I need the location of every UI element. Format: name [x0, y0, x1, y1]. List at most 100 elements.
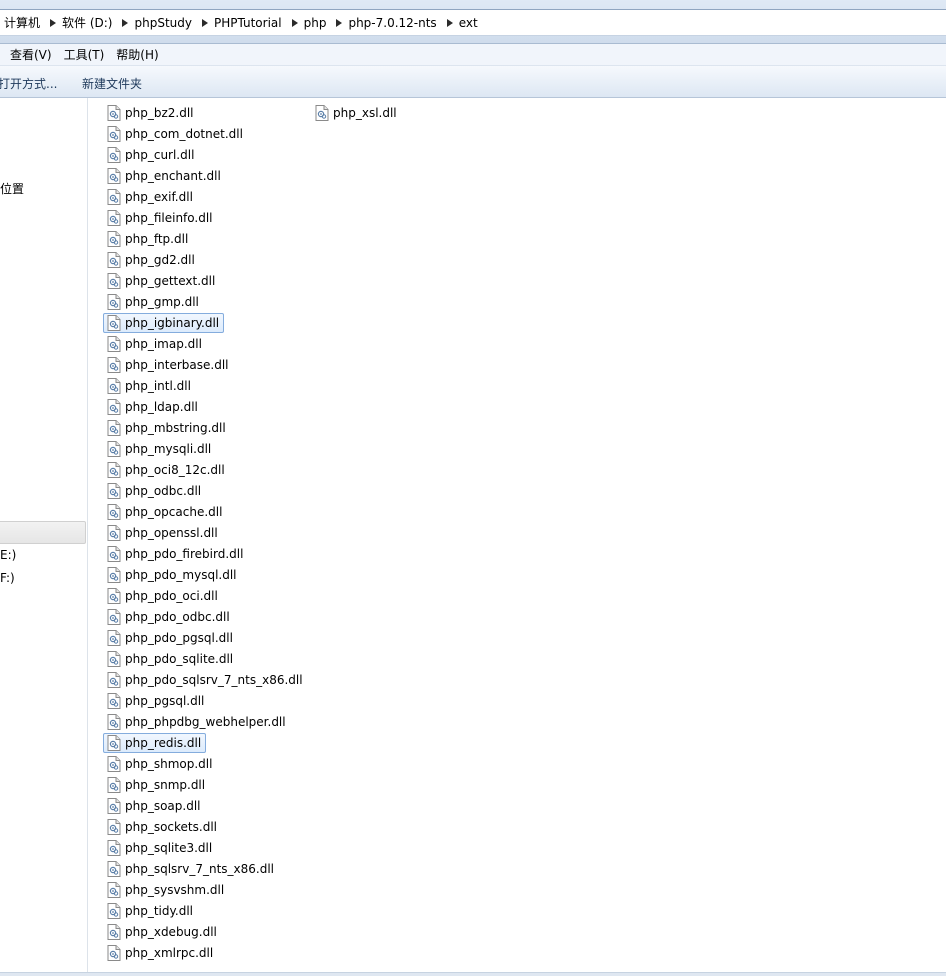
file-item[interactable]: php_pdo_firebird.dll [103, 544, 248, 564]
chevron-right-icon[interactable] [288, 10, 302, 35]
file-item[interactable]: php_xdebug.dll [103, 922, 222, 942]
dll-file-icon [107, 651, 121, 667]
file-item[interactable]: php_redis.dll [103, 733, 207, 753]
file-item[interactable]: php_enchant.dll [103, 166, 226, 186]
file-item[interactable]: php_soap.dll [103, 796, 206, 816]
dll-file-icon [107, 189, 121, 205]
file-item[interactable]: php_mysqli.dll [103, 439, 216, 459]
file-name: php_bz2.dll [125, 106, 194, 120]
file-name: php_redis.dll [125, 736, 202, 750]
file-item[interactable]: php_odbc.dll [103, 481, 206, 501]
dll-file-icon [107, 567, 121, 583]
nav-item-location[interactable]: 位置 [0, 180, 24, 197]
file-name: php_sqlite3.dll [125, 841, 213, 855]
file-name: php_odbc.dll [125, 484, 202, 498]
file-name: php_igbinary.dll [125, 316, 220, 330]
breadcrumb-item-computer[interactable]: 计算机 [2, 10, 60, 35]
breadcrumb-item-php[interactable]: php [302, 10, 347, 35]
file-item[interactable]: php_pdo_sqlite.dll [103, 649, 238, 669]
file-item[interactable]: php_openssl.dll [103, 523, 223, 543]
dll-file-icon [107, 483, 121, 499]
file-item[interactable]: php_com_dotnet.dll [103, 124, 248, 144]
file-item[interactable]: php_imap.dll [103, 334, 207, 354]
file-name: php_pdo_mysql.dll [125, 568, 237, 582]
open-with-button[interactable]: 打开方式... [0, 75, 57, 92]
file-item[interactable]: php_sockets.dll [103, 817, 222, 837]
breadcrumb-item-phptutorial[interactable]: PHPTutorial [212, 10, 302, 35]
file-item[interactable]: php_sqlite3.dll [103, 838, 217, 858]
chevron-right-icon[interactable] [443, 10, 457, 35]
file-item[interactable]: php_shmop.dll [103, 754, 217, 774]
file-name: php_pgsql.dll [125, 694, 205, 708]
breadcrumb-item-php-version[interactable]: php-7.0.12-nts [346, 10, 456, 35]
file-name: php_mbstring.dll [125, 421, 226, 435]
file-item[interactable]: php_gd2.dll [103, 250, 200, 270]
menu-help[interactable]: 帮助(H) [110, 46, 164, 63]
file-item[interactable]: php_pdo_pgsql.dll [103, 628, 238, 648]
dll-file-icon [107, 126, 121, 142]
file-item[interactable]: php_pdo_mysql.dll [103, 565, 242, 585]
file-item[interactable]: php_tidy.dll [103, 901, 198, 921]
file-item[interactable]: php_exif.dll [103, 187, 198, 207]
file-item[interactable]: php_xmlrpc.dll [103, 943, 218, 963]
dll-file-icon [107, 168, 121, 184]
file-item[interactable]: php_opcache.dll [103, 502, 227, 522]
breadcrumb[interactable]: 计算机 软件 (D:) phpStudy PHPTutorial php php… [0, 9, 946, 36]
breadcrumb-label: PHPTutorial [213, 15, 282, 30]
file-item[interactable]: php_igbinary.dll [103, 313, 225, 333]
file-item[interactable]: php_pgsql.dll [103, 691, 209, 711]
address-bar: 计算机 软件 (D:) phpStudy PHPTutorial php php… [0, 0, 946, 44]
file-item[interactable]: php_mbstring.dll [103, 418, 231, 438]
chevron-right-icon[interactable] [198, 10, 212, 35]
menu-bar: 查看(V) 工具(T) 帮助(H) [0, 44, 946, 66]
file-item[interactable]: php_phpdbg_webhelper.dll [103, 712, 291, 732]
breadcrumb-item-ext[interactable]: ext [457, 10, 484, 35]
file-item[interactable]: php_oci8_12c.dll [103, 460, 230, 480]
new-folder-button[interactable]: 新建文件夹 [82, 75, 142, 92]
file-item[interactable]: php_snmp.dll [103, 775, 210, 795]
file-item[interactable]: php_curl.dll [103, 145, 199, 165]
file-item[interactable]: php_gmp.dll [103, 292, 204, 312]
command-bar: 打开方式... 新建文件夹 [0, 66, 946, 98]
dll-file-icon [107, 693, 121, 709]
dll-file-icon [107, 777, 121, 793]
file-item[interactable]: php_gettext.dll [103, 271, 220, 291]
dll-file-icon [107, 462, 121, 478]
chevron-right-icon[interactable] [332, 10, 346, 35]
file-list: php_bz2.dll php_com_dotnet.dll php_curl.dl… [88, 98, 946, 972]
file-item[interactable]: php_pdo_odbc.dll [103, 607, 235, 627]
menu-view[interactable]: 查看(V) [4, 46, 58, 63]
breadcrumb-item-phpstudy[interactable]: phpStudy [132, 10, 212, 35]
dll-file-icon [107, 609, 121, 625]
file-name: php_com_dotnet.dll [125, 127, 243, 141]
nav-item-drive-e[interactable]: E:) [0, 548, 16, 562]
dll-file-icon [107, 945, 121, 961]
file-item[interactable]: php_sysvshm.dll [103, 880, 229, 900]
file-item[interactable]: php_fileinfo.dll [103, 208, 218, 228]
chevron-right-icon[interactable] [46, 10, 60, 35]
file-item[interactable]: php_xsl.dll [311, 103, 402, 123]
file-name: php_imap.dll [125, 337, 202, 351]
menu-tools[interactable]: 工具(T) [58, 46, 111, 63]
file-name: php_gettext.dll [125, 274, 216, 288]
nav-item-drive-f[interactable]: F:) [0, 571, 15, 585]
dll-file-icon [107, 903, 121, 919]
breadcrumb-label: ext [458, 15, 478, 30]
file-item[interactable]: php_interbase.dll [103, 355, 234, 375]
dll-file-icon [107, 273, 121, 289]
chevron-right-icon[interactable] [118, 10, 132, 35]
dll-file-icon [107, 336, 121, 352]
breadcrumb-item-drive-d[interactable]: 软件 (D:) [60, 10, 132, 35]
dll-file-icon [107, 588, 121, 604]
file-item[interactable]: php_intl.dll [103, 376, 196, 396]
file-item[interactable]: php_bz2.dll [103, 103, 199, 123]
file-item[interactable]: php_ftp.dll [103, 229, 193, 249]
file-item[interactable]: php_sqlsrv_7_nts_x86.dll [103, 859, 279, 879]
file-item[interactable]: php_ldap.dll [103, 397, 203, 417]
file-item[interactable]: php_pdo_oci.dll [103, 586, 223, 606]
dll-file-icon [107, 798, 121, 814]
nav-item-selected[interactable] [0, 521, 86, 544]
file-item[interactable]: php_pdo_sqlsrv_7_nts_x86.dll [103, 670, 308, 690]
dll-file-icon [107, 147, 121, 163]
file-name: php_enchant.dll [125, 169, 221, 183]
